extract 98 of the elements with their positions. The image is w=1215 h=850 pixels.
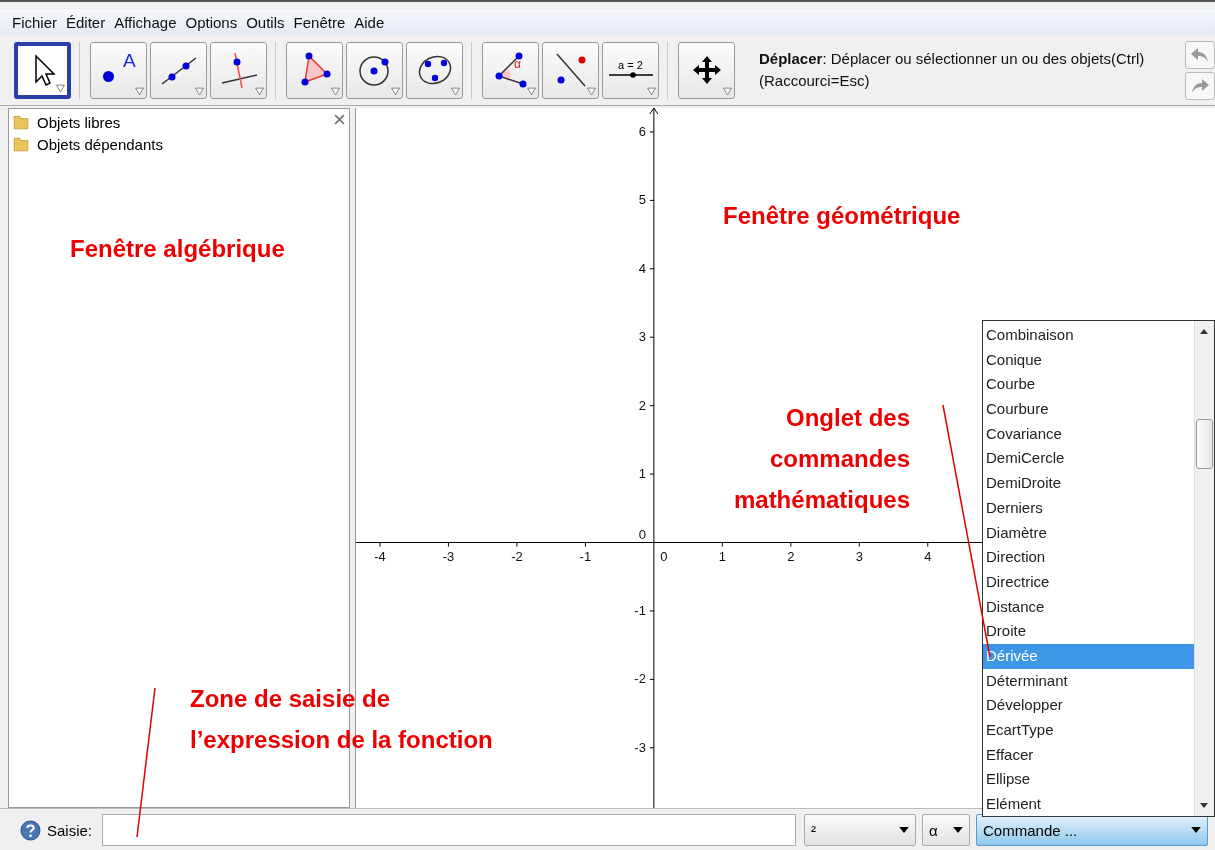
tool-button[interactable]	[150, 41, 207, 99]
caret-icon	[723, 86, 732, 96]
x-tick-label: -1	[579, 548, 592, 564]
point-icon	[103, 70, 114, 82]
point-label: A	[123, 49, 136, 72]
menu-item[interactable]: Fenêtre	[293, 13, 346, 31]
y-tick-label: -1	[634, 602, 646, 618]
annotation-text: Zone de saisie de l’expression de la fonction	[190, 684, 493, 755]
folder-icon	[13, 114, 29, 130]
y-tick-label: -2	[634, 671, 646, 687]
dropdown-arrow-icon	[899, 827, 910, 833]
x-tick-label: -3	[442, 548, 455, 564]
greek-dropdown[interactable]: α	[922, 814, 971, 846]
folder-label[interactable]: Objets dépendants	[37, 135, 163, 153]
caret-icon	[527, 86, 536, 96]
command-item[interactable]: Direction	[983, 545, 1194, 570]
tool-button[interactable]	[210, 41, 267, 99]
caret-icon	[587, 86, 596, 96]
tool-button[interactable]	[286, 41, 343, 99]
undo-button[interactable]	[1185, 40, 1215, 69]
caret-icon	[56, 83, 65, 93]
command-item[interactable]: Covariance	[983, 421, 1194, 447]
x-tick-label: 1	[718, 548, 726, 564]
command-item[interactable]: Combinaison	[983, 323, 1194, 348]
x-tick-label: 2	[787, 548, 795, 564]
command-item[interactable]: Droite	[983, 619, 1194, 644]
origin-label: 0	[660, 548, 668, 564]
y-tick-label: 4	[638, 260, 646, 276]
command-item[interactable]: Diamètre	[983, 520, 1194, 546]
scroll-thumb[interactable]	[1196, 419, 1213, 469]
menu-item[interactable]: Aide	[354, 13, 385, 31]
scroll-down-icon[interactable]	[1200, 803, 1208, 808]
undo-arrow-icon	[1190, 46, 1210, 63]
tool-button[interactable]	[406, 41, 463, 99]
menu-item[interactable]: Outils	[246, 13, 285, 31]
slider-icon	[608, 71, 653, 79]
angle-label: α	[514, 56, 521, 71]
input-label: Saisie:	[47, 821, 93, 839]
annotation-text: Fenêtre géométrique	[723, 201, 961, 231]
scrollbar[interactable]	[1194, 321, 1214, 816]
tool-button[interactable]	[542, 41, 599, 99]
command-item[interactable]: EcartType	[983, 718, 1194, 743]
caret-icon	[135, 86, 144, 96]
tool-description: Déplacer: Déplacer ou sélectionner un ou des objets(Ctrl) (Raccourci=Esc)	[759, 49, 1146, 91]
y-tick-label: 5	[638, 192, 646, 208]
scroll-up-icon[interactable]	[1200, 329, 1208, 334]
symbol-dropdown[interactable]: ²	[804, 814, 917, 846]
tool-button[interactable]	[14, 41, 71, 99]
menu-item[interactable]: Options	[185, 13, 238, 31]
menu-item[interactable]: Affichage	[114, 13, 177, 31]
x-tick-label: 4	[924, 548, 932, 564]
caret-icon	[391, 86, 400, 96]
y-tick-label: -3	[634, 739, 646, 755]
origin-label: 0	[638, 526, 646, 542]
y-tick-label: 6	[638, 123, 646, 139]
folder-icon	[13, 136, 29, 152]
menu-item[interactable]: Fichier	[12, 13, 57, 31]
command-item[interactable]: Directrice	[983, 569, 1194, 595]
caret-icon	[331, 86, 340, 96]
tool-button[interactable]: a = 2	[602, 41, 659, 99]
command-item[interactable]: Courbure	[983, 397, 1194, 422]
tool-button[interactable]	[346, 41, 403, 99]
input-field[interactable]	[102, 814, 797, 846]
redo-arrow-icon	[1190, 77, 1210, 94]
command-item[interactable]: Ellipse	[983, 767, 1194, 793]
tool-button[interactable]	[678, 41, 735, 99]
command-item[interactable]: Développer	[983, 693, 1194, 718]
tool-button[interactable]: A	[90, 41, 147, 99]
command-item[interactable]: Conique	[983, 347, 1194, 373]
slider-label: a = 2	[618, 59, 643, 71]
annotation-text: Onglet des commandes mathématiques	[733, 403, 910, 515]
help-icon[interactable]	[20, 819, 41, 841]
command-item[interactable]: DemiDroite	[983, 471, 1194, 496]
y-tick-label: 3	[638, 329, 646, 345]
x-tick-label: -4	[374, 548, 386, 564]
x-tick-label: -2	[511, 548, 523, 564]
caret-icon	[647, 86, 656, 96]
redo-button[interactable]	[1185, 71, 1215, 100]
caret-icon	[451, 86, 460, 96]
close-icon[interactable]	[334, 114, 345, 125]
caret-icon	[255, 86, 264, 96]
folder-label[interactable]: Objets libres	[37, 113, 121, 131]
command-item[interactable]: DemiCercle	[983, 446, 1194, 472]
x-tick-label: 3	[855, 548, 863, 564]
menu-item[interactable]: Éditer	[66, 13, 106, 31]
command-item[interactable]: Courbe	[983, 372, 1194, 398]
command-item[interactable]: Effacer	[983, 742, 1194, 768]
dropdown-arrow-icon	[1191, 827, 1202, 833]
dropdown-arrow-icon	[953, 827, 964, 833]
y-tick-label: 1	[638, 466, 646, 482]
annotation-text: Fenêtre algébrique	[70, 234, 285, 264]
caret-icon	[195, 86, 204, 96]
command-item[interactable]: Derniers	[983, 495, 1194, 521]
command-item[interactable]: Distance	[983, 594, 1194, 620]
tool-button[interactable]: α	[482, 41, 539, 99]
command-item[interactable]: Elément	[983, 792, 1194, 817]
command-item[interactable]: Déterminant	[983, 668, 1194, 694]
y-tick-label: 2	[638, 397, 646, 413]
